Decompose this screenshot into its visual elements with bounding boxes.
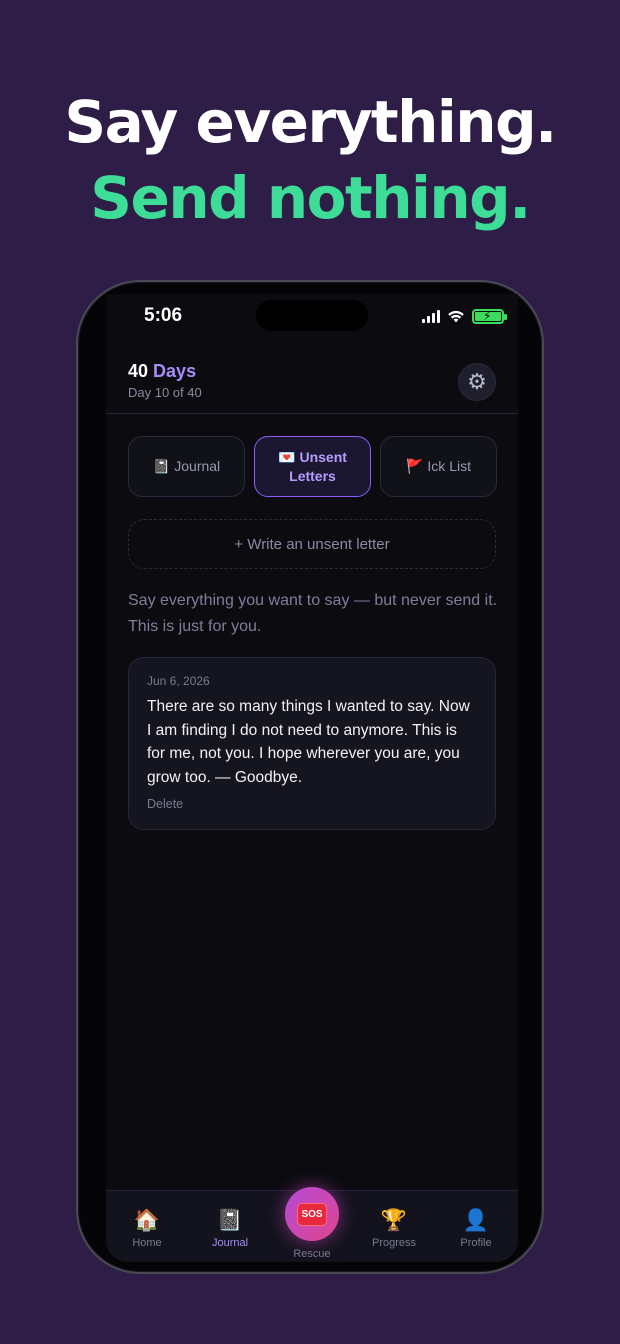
delete-letter-button[interactable]: Delete: [147, 797, 477, 811]
dynamic-island: [256, 300, 368, 331]
nav-profile[interactable]: 👤 Profile: [436, 1207, 516, 1249]
headline-line-2: Send nothing.: [90, 164, 531, 232]
sos-icon: SOS: [297, 1202, 327, 1226]
wifi-icon: [448, 310, 464, 323]
app-title-word: Days: [153, 361, 197, 381]
headline-line-1: Say everything.: [64, 88, 557, 156]
tab-unsent-letters-label-2: Letters: [289, 467, 336, 484]
battery-charging-icon: ⚡: [472, 309, 507, 324]
marketing-headline: Say everything. Send nothing.: [0, 84, 620, 236]
letter-card: Jun 6, 2026 There are so many things I w…: [128, 657, 496, 830]
nav-journal[interactable]: 📓 Journal: [190, 1207, 270, 1249]
app-header: 40 Days Day 10 of 40 ⚙: [106, 344, 518, 414]
gear-icon: ⚙: [467, 369, 487, 395]
app-screen: 5:06 ⚡ 40 Days Day 10 of 40 ⚙ 📓 Journal …: [106, 294, 518, 1262]
nav-rescue-label: Rescue: [293, 1248, 331, 1260]
notebook-icon: 📓: [216, 1209, 244, 1232]
user-icon: 👤: [462, 1209, 490, 1232]
status-time: 5:06: [144, 305, 183, 326]
write-unsent-letter-button[interactable]: + Write an unsent letter: [128, 519, 496, 569]
nav-home[interactable]: 🏠 Home: [107, 1207, 187, 1249]
nav-progress[interactable]: 🏆 Progress: [354, 1207, 434, 1249]
house-icon: 🏠: [133, 1209, 161, 1232]
section-tabs: 📓 Journal 💌 Unsent Letters 🚩 Ick List: [128, 436, 497, 497]
app-title-count: 40: [128, 361, 149, 381]
cellular-signal-icon: [422, 310, 440, 323]
nav-journal-label: Journal: [211, 1237, 249, 1249]
sos-button[interactable]: SOS: [285, 1187, 339, 1241]
status-bar: 5:06 ⚡: [106, 294, 518, 344]
settings-button[interactable]: ⚙: [458, 363, 496, 401]
love-letter-icon: 💌: [278, 448, 296, 465]
notebook-icon: 📓: [152, 458, 171, 474]
tab-unsent-letters-label-1: Unsent: [299, 448, 347, 465]
nav-progress-label: Progress: [371, 1237, 417, 1249]
tab-journal-label: Journal: [174, 458, 221, 474]
app-title: 40 Days: [128, 361, 196, 382]
day-progress-text: Day 10 of 40: [128, 385, 202, 400]
trophy-icon: 🏆: [380, 1209, 408, 1232]
tab-ick-list-label: Ick List: [427, 458, 471, 474]
status-icons: ⚡: [422, 309, 507, 324]
phone-frame: 5:06 ⚡ 40 Days Day 10 of 40 ⚙ 📓 Journal …: [76, 280, 544, 1274]
tab-ick-list[interactable]: 🚩 Ick List: [380, 436, 497, 497]
letter-date: Jun 6, 2026: [147, 674, 210, 688]
bottom-nav: 🏠 Home 📓 Journal SOS Rescue 🏆 Progress 👤…: [106, 1187, 518, 1262]
nav-home-label: Home: [132, 1237, 162, 1249]
red-flag-icon: 🚩: [405, 458, 424, 474]
nav-profile-label: Profile: [460, 1237, 492, 1249]
letter-body: There are so many things I wanted to say…: [147, 698, 470, 786]
intro-text: Say everything you want to say — but nev…: [128, 592, 498, 635]
nav-rescue[interactable]: SOS Rescue: [272, 1187, 352, 1260]
tab-journal[interactable]: 📓 Journal: [128, 436, 245, 497]
tab-unsent-letters[interactable]: 💌 Unsent Letters: [254, 436, 371, 497]
